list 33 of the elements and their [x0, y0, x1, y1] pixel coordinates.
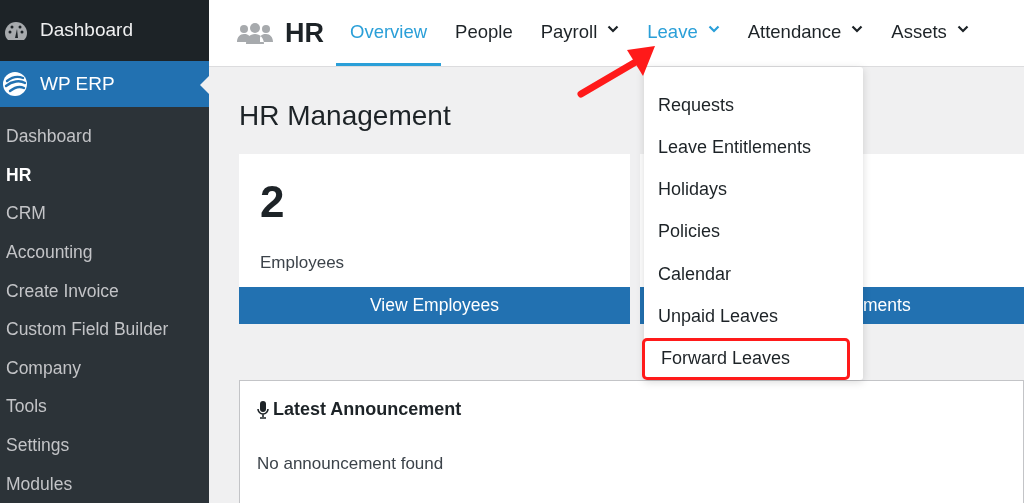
empty-message: No announcement found	[256, 453, 444, 475]
submenu-item[interactable]: CRM	[0, 194, 209, 233]
dropdown-item[interactable]: Policies	[644, 210, 863, 254]
submenu-item[interactable]: Modules	[0, 464, 209, 503]
dropdown-item[interactable]: Requests	[644, 84, 863, 127]
menu-item[interactable]: Dashboard	[0, 0, 209, 62]
page-title: HR Management	[239, 99, 451, 133]
submenu-item[interactable]: HR	[0, 155, 209, 195]
microphone-icon	[257, 400, 269, 419]
nav-tab[interactable]: Assets	[877, 0, 983, 66]
view-button[interactable]: View Employees	[239, 287, 630, 324]
submenu-item[interactable]: Tools	[0, 387, 209, 426]
stat-count: 2	[260, 176, 285, 228]
nav-tab[interactable]: Attendance	[733, 0, 878, 66]
submenu-item[interactable]: Company	[0, 348, 209, 388]
dropdown-item[interactable]: Leave Entitlements	[644, 126, 863, 169]
submenu-item[interactable]: Settings	[0, 425, 209, 465]
nav-tab[interactable]: Payroll	[526, 0, 634, 66]
dropdown-item[interactable]: Unpaid Leaves	[644, 295, 863, 338]
dashboard-icon	[4, 19, 28, 42]
submenu-item[interactable]: Custom Field Builder	[0, 310, 209, 349]
submenu-item[interactable]: Dashboard	[0, 117, 209, 156]
people-group-icon	[237, 22, 273, 44]
submenu-item[interactable]: Accounting	[0, 232, 209, 272]
current-menu-pointer	[200, 76, 209, 95]
panel-title: Latest Announcement	[273, 398, 462, 421]
dropdown-item[interactable]: Holidays	[644, 168, 863, 211]
nav-tab[interactable]: People	[441, 0, 527, 66]
module-title: HR	[285, 16, 324, 50]
submenu-item[interactable]: Create Invoice	[0, 271, 209, 311]
stat-label: Employees	[260, 252, 345, 274]
dropdown-item[interactable]: Calendar	[644, 253, 863, 296]
dropdown-item[interactable]: Forward Leaves	[642, 337, 850, 380]
